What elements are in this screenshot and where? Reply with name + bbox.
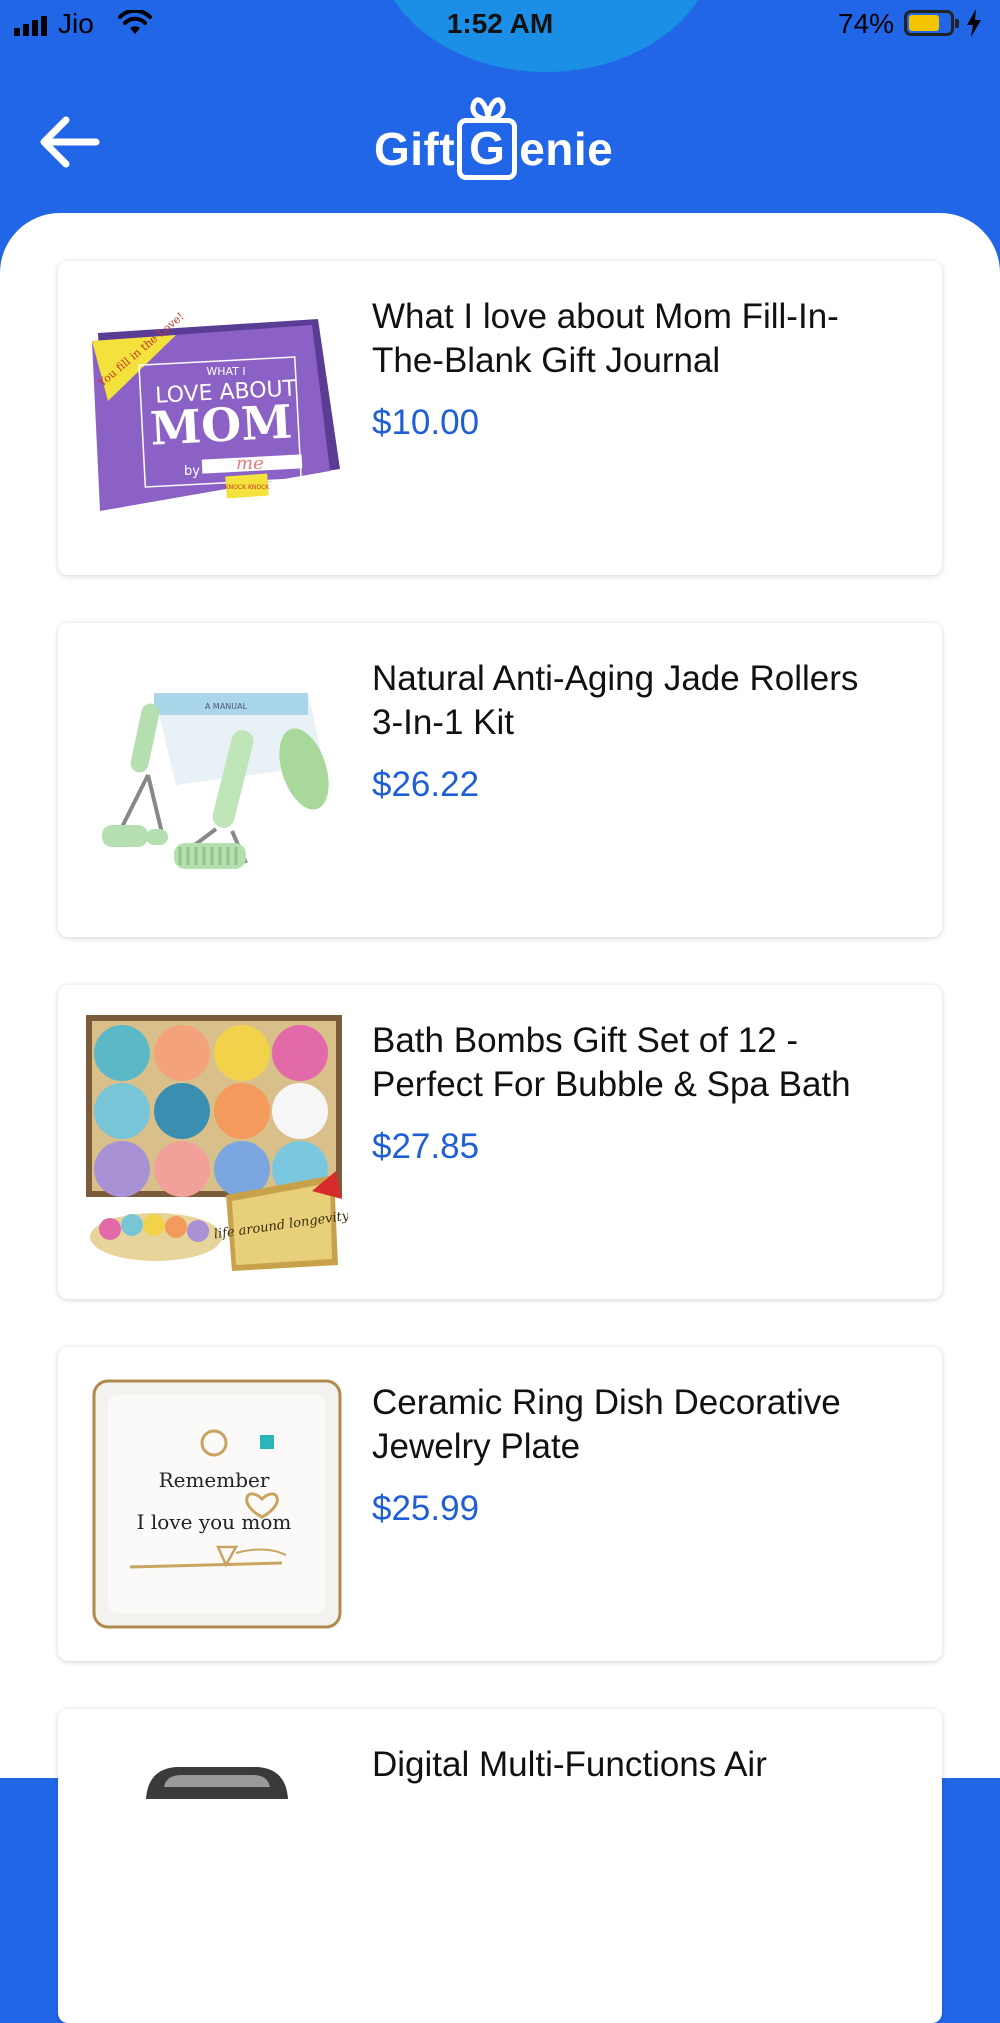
dish-line2: I love you mom [137, 1510, 292, 1534]
battery-icon [904, 10, 959, 36]
status-bar: Jio 1:52 AM 74% [0, 0, 1000, 72]
gift-bow-icon [470, 97, 506, 121]
jade-box-text: A MANUAL [205, 702, 248, 711]
logo-box-letter: G [469, 122, 506, 174]
product-title-block: Bath Bombs Gift Set of 12 - Perfect For … [372, 1019, 892, 1169]
charging-bolt-icon [967, 9, 981, 37]
arrow-left-icon [40, 116, 100, 168]
product-card[interactable]: Remember I love you mom Ceramic Ring Dis… [58, 1347, 942, 1661]
gift-box-icon: G [457, 97, 518, 180]
product-image-journal: You fill in the Love! WHAT I LOVE ABOUT … [86, 291, 348, 547]
journal-signature: me [236, 453, 264, 474]
product-title: Bath Bombs Gift Set of 12 - Perfect For … [372, 1021, 851, 1104]
product-image-ring-dish: Remember I love you mom [86, 1377, 348, 1633]
product-price: $25.99 [372, 1489, 480, 1528]
journal-by: by [184, 464, 200, 479]
product-price: $26.22 [372, 765, 480, 804]
product-image-jade-roller: A MANUAL [86, 653, 348, 909]
battery-level-fill [909, 15, 939, 31]
product-price: $27.85 [372, 1127, 480, 1166]
product-image-air-device [86, 1739, 348, 1995]
product-title: What I love about Mom Fill-In-The-Blank … [372, 297, 839, 380]
product-card[interactable]: A MANUAL Natural Anti-Aging Jade Rollers… [58, 623, 942, 937]
back-button[interactable] [36, 112, 102, 172]
product-list: You fill in the Love! WHAT I LOVE ABOUT … [0, 213, 1000, 2023]
journal-brand: KNOCK KNOCK [225, 484, 271, 491]
logo-text-gift: Gift [374, 123, 456, 175]
product-price: $10.00 [372, 403, 480, 442]
battery-percentage: 74% [838, 8, 895, 39]
journal-line3: MOM [149, 394, 294, 455]
product-title-block: What I love about Mom Fill-In-The-Blank … [372, 295, 892, 445]
product-image-bath-bombs: life around longevity [86, 1015, 348, 1271]
dish-line1: Remember [159, 1468, 270, 1492]
product-card[interactable]: Digital Multi-Functions Air [58, 1709, 942, 2023]
product-title-block: Ceramic Ring Dish Decorative Jewelry Pla… [372, 1381, 892, 1531]
app-logo: Gift G enie [374, 90, 613, 180]
product-title: Natural Anti-Aging Jade Rollers 3-In-1 K… [372, 659, 859, 742]
product-title-block: Natural Anti-Aging Jade Rollers 3-In-1 K… [372, 657, 892, 807]
journal-line1: WHAT I [206, 365, 245, 378]
logo-text-enie: enie [519, 123, 614, 175]
product-card[interactable]: You fill in the Love! WHAT I LOVE ABOUT … [58, 261, 942, 575]
product-title: Ceramic Ring Dish Decorative Jewelry Pla… [372, 1383, 841, 1466]
product-title: Digital Multi-Functions Air [372, 1745, 767, 1784]
product-title-block: Digital Multi-Functions Air [372, 1743, 892, 1805]
product-card[interactable]: life around longevity Bath Bombs Gift Se… [58, 985, 942, 1299]
